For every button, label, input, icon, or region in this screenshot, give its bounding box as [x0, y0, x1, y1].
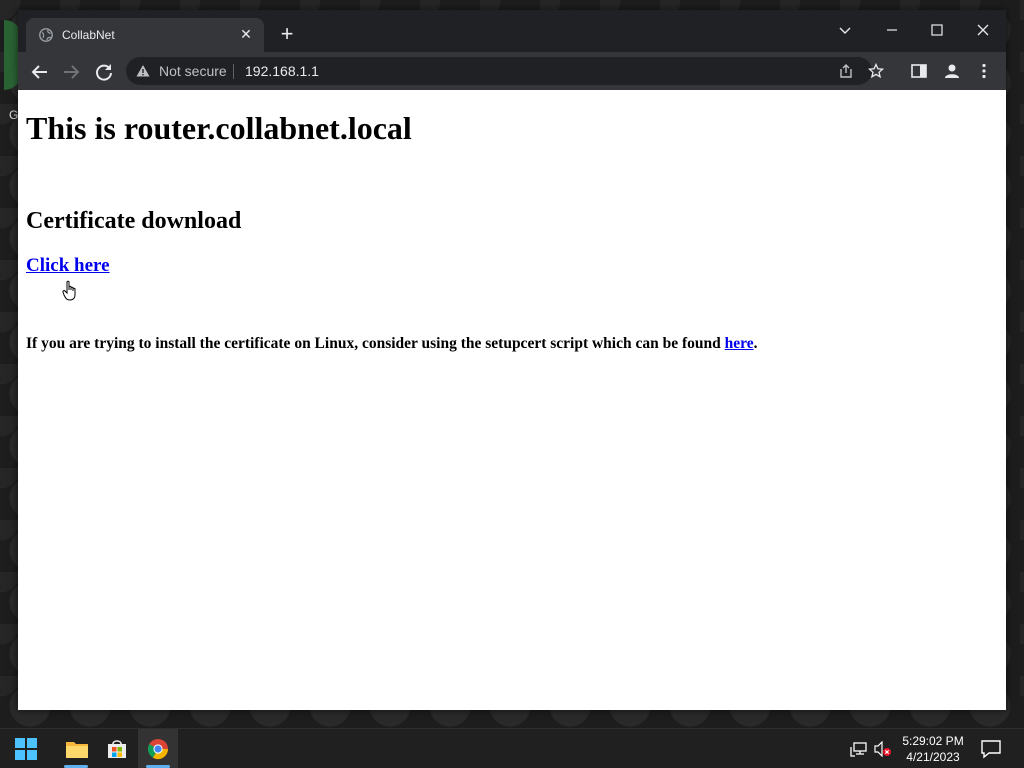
close-icon: [977, 24, 989, 36]
certificate-download-link[interactable]: Click here: [26, 255, 110, 277]
page-content: This is router.collabnet.local Certifica…: [18, 90, 1006, 710]
tab-search-button[interactable]: [827, 16, 863, 44]
system-clock[interactable]: 5:29:02 PM 4/21/2023: [896, 733, 970, 765]
clock-date: 4/21/2023: [906, 750, 960, 764]
linux-note-period: .: [753, 335, 758, 352]
chrome-button[interactable]: [138, 729, 178, 768]
new-tab-button[interactable]: +: [276, 23, 298, 46]
chrome-icon: [147, 739, 169, 760]
reload-icon[interactable]: [92, 60, 116, 84]
tab-strip: CollabNet ✕ +: [18, 10, 1006, 52]
browser-toolbar: Not secure 192.168.1.1: [18, 52, 1006, 90]
file-explorer-icon: [66, 742, 88, 758]
section-heading: Certificate download: [26, 208, 242, 234]
profile-icon[interactable]: [943, 62, 961, 80]
globe-icon: [39, 28, 53, 42]
forward-arrow-icon[interactable]: [59, 60, 83, 84]
tab-collabnet[interactable]: CollabNet ✕: [26, 18, 264, 52]
setupcert-script-link[interactable]: here: [725, 335, 754, 352]
notification-center-icon[interactable]: [980, 739, 1002, 759]
linux-note-text: If you are trying to install the certifi…: [26, 335, 725, 352]
kebab-menu-icon[interactable]: [975, 62, 993, 80]
page-title: This is router.collabnet.local: [26, 110, 412, 146]
clock-time: 5:29:02 PM: [902, 734, 964, 748]
maximize-icon: [931, 24, 943, 36]
store-icon: [108, 740, 126, 758]
browser-window: CollabNet ✕ + Not secure 192.168.1.1 Thi…: [18, 10, 1006, 710]
warning-icon[interactable]: [136, 64, 150, 78]
tab-title: CollabNet: [62, 28, 115, 42]
minimize-icon: [887, 29, 897, 31]
chevron-down-icon: [839, 27, 851, 34]
start-button[interactable]: [6, 729, 46, 768]
address-bar[interactable]: Not secure 192.168.1.1: [126, 57, 884, 85]
taskbar: 5:29:02 PM 4/21/2023: [0, 728, 1024, 768]
address-divider: [233, 64, 234, 79]
file-explorer-button[interactable]: [56, 729, 96, 768]
start-icon: [15, 738, 37, 760]
security-status-label[interactable]: Not secure: [159, 63, 227, 79]
share-icon[interactable]: [838, 63, 854, 79]
close-tab-icon[interactable]: ✕: [237, 25, 255, 43]
linux-note: If you are trying to install the certifi…: [26, 335, 758, 353]
close-window-button[interactable]: [965, 16, 1001, 44]
network-icon[interactable]: [850, 741, 868, 757]
side-panel-icon[interactable]: [910, 62, 928, 80]
back-arrow-icon[interactable]: [28, 60, 52, 84]
volume-muted-icon[interactable]: [874, 741, 892, 757]
desktop-icon-label: G: [9, 108, 19, 122]
bookmark-star-icon[interactable]: [868, 63, 884, 79]
hand-cursor-icon: [62, 280, 76, 301]
maximize-button[interactable]: [919, 16, 955, 44]
store-button[interactable]: [97, 729, 137, 768]
url-text[interactable]: 192.168.1.1: [245, 63, 319, 79]
minimize-button[interactable]: [874, 16, 910, 44]
